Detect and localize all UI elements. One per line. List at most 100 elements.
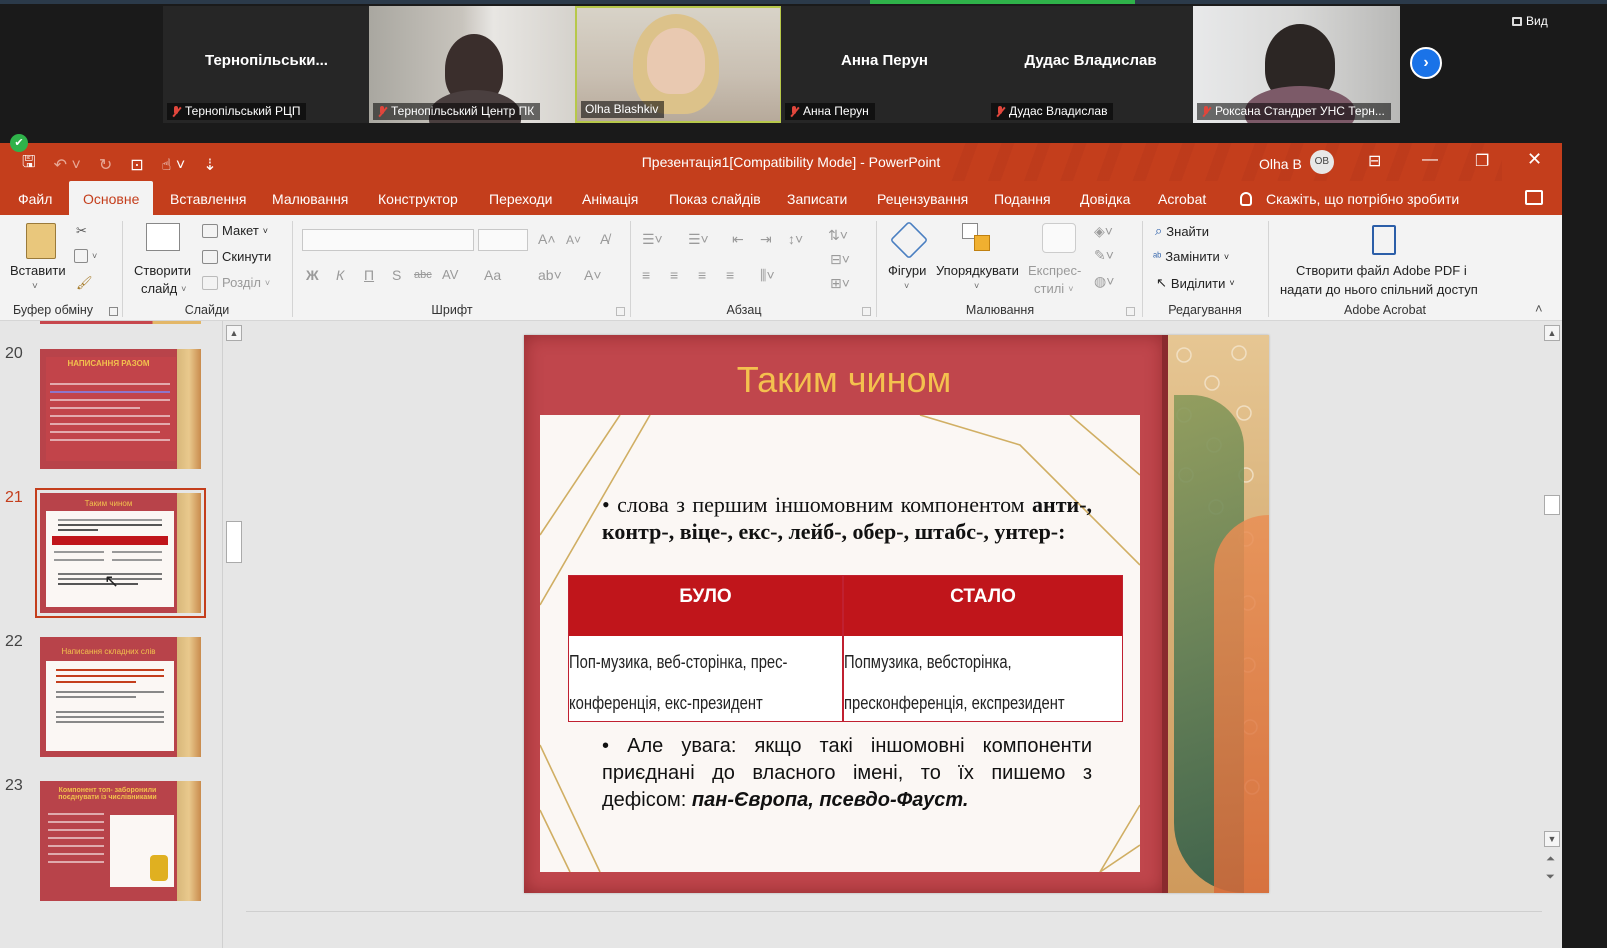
quick-styles-icon[interactable] [1042,223,1076,253]
justify-icon[interactable]: ≡ [726,267,734,283]
participant-video-tile[interactable]: Тернопільський Центр ПК [369,6,576,123]
quick-styles-label[interactable]: Експрес- [1028,263,1081,278]
restore-icon[interactable]: ❐ [1475,151,1489,171]
layout-button[interactable]: Макет ˅ [202,223,268,238]
paragraph-launcher-icon[interactable] [862,307,871,316]
align-right-icon[interactable]: ≡ [698,267,706,283]
close-icon[interactable]: ✕ [1527,149,1542,170]
scroll-up-icon[interactable]: ▲ [226,325,242,341]
increase-indent-icon[interactable]: ⇥ [760,231,772,248]
copy-icon[interactable]: ˅ [74,249,97,263]
tab-home[interactable]: Основне [69,181,154,215]
create-pdf-label-2[interactable]: надати до нього спільний доступ [1280,282,1478,297]
bullets-icon[interactable]: ☰˅ [642,231,663,248]
collapse-ribbon-icon[interactable]: ˄ [1535,301,1543,316]
shape-outline-icon[interactable]: ✎˅ [1094,247,1114,264]
arrange-dropdown-icon[interactable]: ˅ [974,281,979,291]
scroll-up-icon[interactable]: ▲ [1544,325,1560,341]
paste-icon[interactable] [26,223,56,259]
tab-help[interactable]: Довідка [1078,181,1132,215]
decrease-indent-icon[interactable]: ⇤ [732,231,744,248]
character-spacing-button[interactable]: AV [442,267,458,282]
clipboard-launcher-icon[interactable] [109,307,118,316]
tab-draw[interactable]: Малювання [270,181,350,215]
shadow-button[interactable]: S [392,267,401,283]
tab-animations[interactable]: Анімація [580,181,640,215]
avatar[interactable]: OB [1309,150,1334,174]
quick-styles-button[interactable]: стилі ˅ [1034,281,1073,296]
arrange-icon[interactable] [962,223,992,253]
next-participants-button[interactable]: › [1410,47,1442,79]
shapes-icon[interactable] [889,220,929,260]
account-area[interactable]: Olha B OB [1259,150,1334,174]
shape-effects-icon[interactable]: ◍˅ [1094,273,1114,290]
ribbon-display-options-icon[interactable]: ⊟ [1368,151,1381,171]
slide-editor[interactable]: Таким чином • слова з першим іншомовним … [246,321,1542,911]
participant-video-tile[interactable]: Роксана Стандрет УНС Терн... [1193,6,1400,123]
drawing-launcher-icon[interactable] [1126,307,1135,316]
increase-font-icon[interactable]: A˄ [538,231,556,247]
numbering-icon[interactable]: ☰˅ [688,231,709,248]
current-slide[interactable]: Таким чином • слова з першим іншомовним … [524,335,1269,893]
shapes-dropdown-icon[interactable]: ˅ [904,281,909,291]
align-center-icon[interactable]: ≡ [670,267,678,283]
create-pdf-share-icon[interactable] [1372,225,1396,255]
smartart-icon[interactable]: ⊞˅ [830,275,850,292]
tab-insert[interactable]: Вставлення [168,181,249,215]
new-slide-button[interactable]: слайд ˅ [141,281,186,296]
find-button[interactable]: ⌕ Знайти [1155,223,1209,239]
notes-pane[interactable] [246,911,1542,948]
shape-fill-icon[interactable]: ◈˅ [1094,223,1113,240]
highlight-icon[interactable]: ab˅ [538,267,562,283]
participant-tile[interactable]: Анна Перун Анна Перун [781,6,988,123]
font-name-box[interactable] [302,229,474,251]
text-direction-icon[interactable]: ⇅˅ [828,227,848,244]
participant-tile[interactable]: Тернопільськи... Тернопільський РЦП [163,6,370,123]
arrange-button[interactable]: Упорядкувати [936,263,1019,278]
format-painter-icon[interactable]: 🖌 [76,275,93,291]
font-launcher-icon[interactable] [616,307,625,316]
thumbnails-scrollbar[interactable]: ▲ [222,321,244,948]
next-slide-icon[interactable]: ⏷ [1546,871,1555,884]
paste-dropdown-icon[interactable]: ˅ [32,281,38,292]
create-pdf-label[interactable]: Створити файл Adobe PDF і [1296,263,1467,278]
tab-file[interactable]: Файл [16,181,54,215]
comments-icon[interactable] [1525,190,1543,205]
select-button[interactable]: ↖ Виділити ˅ [1156,275,1235,291]
slide-thumbnail-selected[interactable]: Таким чином ↖ [40,493,201,613]
tell-me-search[interactable]: Скажіть, що потрібно зробити [1240,181,1459,217]
scrollbar-thumb[interactable] [1544,495,1560,515]
slide-thumbnail[interactable]: НАПИСАННЯ РАЗОМ [40,349,201,469]
change-case-button[interactable]: Aa [484,267,501,283]
align-left-icon[interactable]: ≡ [642,267,650,283]
editor-scrollbar[interactable]: ▲ ▼ ⏶ ⏷ [1542,321,1562,911]
tab-record[interactable]: Записати [785,181,849,215]
section-button[interactable]: Розділ ˅ [202,275,270,290]
slide-thumbnail[interactable]: Написання складних слів [40,637,201,757]
new-slide-label[interactable]: Створити [134,263,191,278]
slide-thumbnails-pane[interactable]: 20 НАПИСАННЯ РАЗОМ 21 Таким чином ↖ 22 Н… [0,321,222,948]
tab-acrobat[interactable]: Acrobat [1156,181,1208,215]
slide-title[interactable]: Таким чином [524,359,1164,401]
underline-button[interactable]: П [364,267,374,283]
columns-icon[interactable]: ⫼˅ [760,267,775,284]
slide-thumbnail[interactable]: Компонент топ- заборонили поєднувати із … [40,781,201,901]
replace-button[interactable]: ᵃᵇ Замінити ˅ [1153,249,1229,264]
tab-view[interactable]: Подання [992,181,1053,215]
tab-review[interactable]: Рецензування [875,181,970,215]
strikethrough-button[interactable]: abc [414,269,432,281]
bold-button[interactable]: Ж [306,267,319,283]
font-color-icon[interactable]: A˅ [584,267,602,283]
minimize-icon[interactable]: — [1422,151,1438,169]
comparison-table[interactable]: БУЛО СТАЛО Поп-музика, веб-сторінка, пре… [568,575,1123,722]
scroll-down-icon[interactable]: ▼ [1544,831,1560,847]
tab-transitions[interactable]: Переходи [487,181,554,215]
participant-video-tile-active-speaker[interactable]: Olha Blashkiv [575,6,782,123]
line-spacing-icon[interactable]: ↕˅ [788,231,803,247]
view-button[interactable]: Вид [1512,14,1548,28]
paste-button[interactable]: Вставити [10,263,66,278]
participant-tile[interactable]: Дудас Владислав Дудас Владислав [987,6,1194,123]
align-text-icon[interactable]: ⊟˅ [830,251,850,268]
decrease-font-icon[interactable]: A˅ [566,233,581,247]
tab-slide-show[interactable]: Показ слайдів [667,181,763,215]
